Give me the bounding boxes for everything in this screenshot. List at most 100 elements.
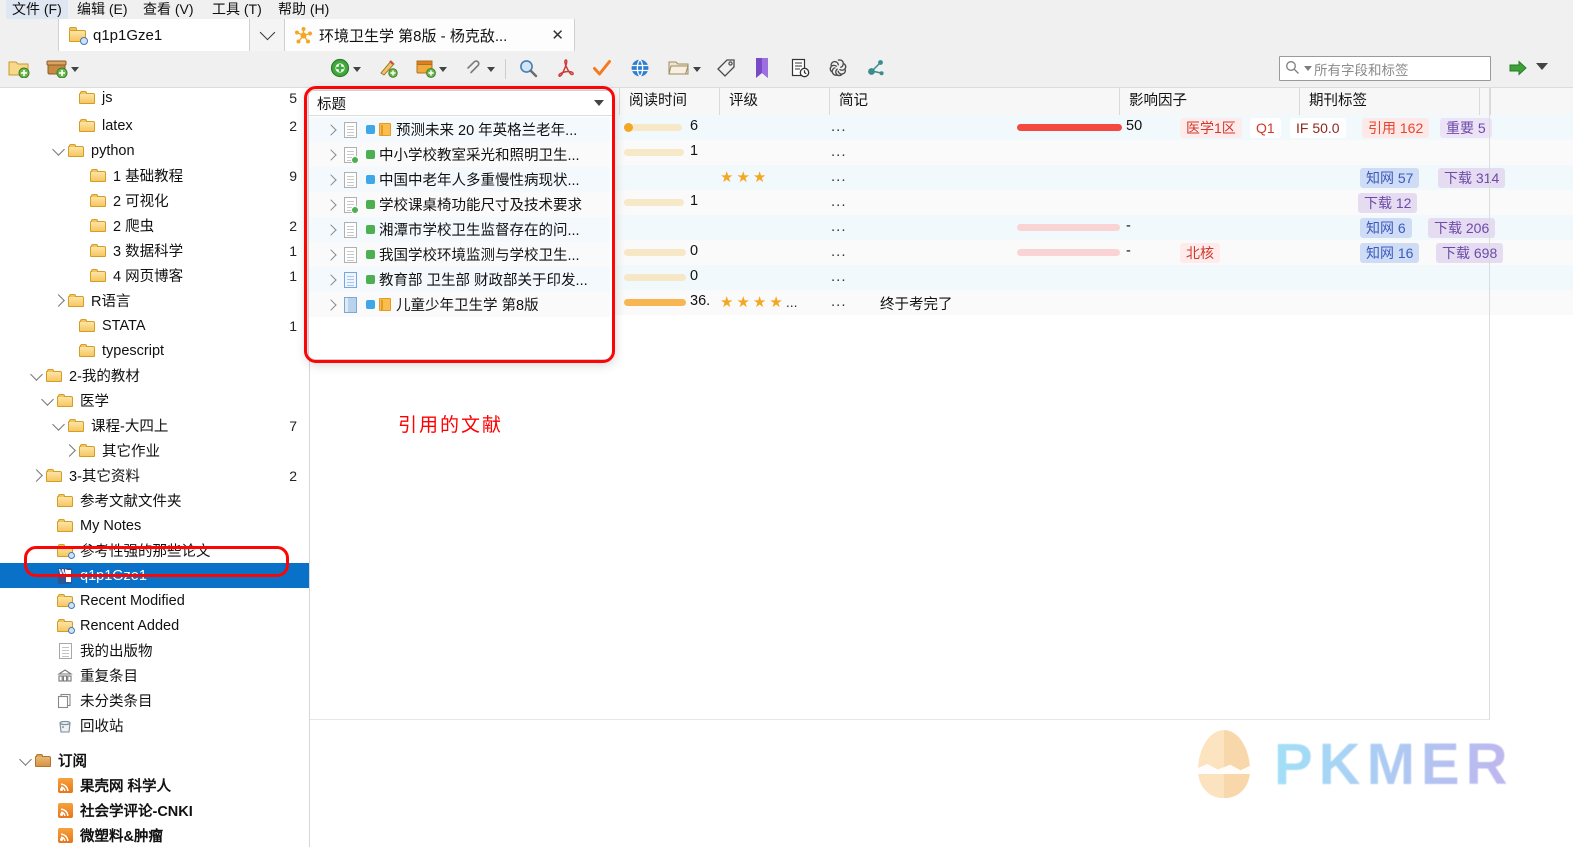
sidebar-item-10[interactable]: typescript (0, 338, 309, 363)
sidebar-item-1[interactable]: latex 2 (0, 113, 309, 138)
chevron-down-icon[interactable] (71, 66, 79, 72)
chevron-right-icon[interactable] (28, 468, 44, 484)
chevron-right-icon[interactable] (325, 148, 337, 161)
chevron-right-icon[interactable] (61, 443, 77, 459)
citation-tag[interactable]: 下载 12 (1358, 193, 1418, 213)
journal-tag[interactable]: 北核 (1180, 243, 1220, 263)
chevron-down-icon[interactable] (353, 66, 361, 72)
sidebar-item-2[interactable]: python (0, 138, 309, 163)
citation-tag[interactable]: 知网 16 (1360, 243, 1420, 263)
chevron-right-icon[interactable] (325, 298, 337, 311)
go-dropdown-icon[interactable] (1536, 63, 1548, 70)
sidebar-item-7[interactable]: 4 网页博客 1 (0, 263, 309, 288)
sidebar-item-15[interactable]: 3-其它资料 2 (0, 463, 309, 488)
go-button[interactable] (1508, 58, 1528, 81)
rating-stars[interactable]: ★ ★ ★ (720, 170, 766, 185)
reading-history-button[interactable] (790, 51, 810, 87)
chevron-down-icon[interactable] (487, 66, 495, 72)
search-input[interactable]: 所有字段和标签 (1279, 56, 1491, 81)
star-icon[interactable]: ★ (736, 170, 749, 185)
sidebar-item-13[interactable]: 课程-大四上 7 (0, 413, 309, 438)
journal-tag[interactable]: Q1 (1250, 118, 1281, 138)
chevron-right-icon[interactable] (325, 223, 337, 236)
close-icon[interactable]: ✕ (551, 28, 564, 43)
sidebar-item-12[interactable]: 医学 (0, 388, 309, 413)
attach-file-button[interactable] (466, 51, 495, 87)
menu-item-0[interactable]: 文件 (F) (6, 0, 68, 19)
sidebar-item-27[interactable]: 果壳网 科学人 (0, 773, 309, 798)
sidebar-item-19[interactable]: q1p1Gze1 (0, 563, 309, 588)
journal-tag[interactable]: 医学1区 (1180, 118, 1242, 138)
journal-tag[interactable]: IF 50.0 (1290, 118, 1346, 138)
sidebar-item-11[interactable]: 2-我的教材 (0, 363, 309, 388)
column-header-2[interactable]: 评级 (720, 88, 830, 115)
menu-item-1[interactable]: 编辑 (E) (71, 0, 134, 19)
sidebar-item-25[interactable]: 回收站 (0, 713, 309, 738)
citation-tag[interactable]: 重要 5 (1440, 118, 1492, 138)
chevron-right-icon[interactable] (325, 173, 337, 186)
column-header-4[interactable]: 影响因子 (1120, 88, 1300, 115)
sidebar-item-3[interactable]: 1 基础教程 9 (0, 163, 309, 188)
citation-tag[interactable]: 下载 314 (1438, 168, 1506, 188)
add-by-identifier-button[interactable] (378, 51, 398, 87)
sidebar-item-14[interactable]: 其它作业 (0, 438, 309, 463)
collections-sidebar[interactable]: js 5 latex 2 python 1 基础教程 9 2 可视化 2 爬虫 2 3 数据科学 1 4… (0, 88, 310, 847)
attachment-manager-button[interactable] (668, 51, 701, 87)
star-icon[interactable]: ★ (753, 295, 766, 310)
chatgpt-button[interactable] (828, 51, 848, 87)
chevron-down-icon[interactable] (50, 417, 66, 434)
relations-button[interactable] (866, 51, 886, 87)
new-item-button[interactable] (330, 51, 361, 87)
tag-manager-button[interactable] (716, 51, 736, 87)
popup-column-header[interactable]: 标题 (309, 91, 612, 116)
star-icon[interactable]: ★ (736, 295, 749, 310)
star-icon[interactable]: ★ (720, 170, 733, 185)
star-icon[interactable]: ★ (753, 170, 766, 185)
chevron-right-icon[interactable] (325, 248, 337, 261)
menu-item-3[interactable]: 工具 (T) (206, 0, 268, 19)
chevron-down-icon[interactable] (28, 367, 44, 384)
column-header-3[interactable]: 简记 (830, 88, 1120, 115)
sidebar-item-20[interactable]: Recent Modified (0, 588, 309, 613)
sidebar-item-23[interactable]: 重复条目 (0, 663, 309, 688)
sidebar-item-22[interactable]: 我的出版物 (0, 638, 309, 663)
chevron-down-icon[interactable] (39, 392, 55, 409)
citation-tag[interactable]: 知网 6 (1360, 218, 1412, 238)
sidebar-item-0[interactable]: js 5 (0, 88, 309, 110)
citation-tag[interactable]: 下载 698 (1436, 243, 1504, 263)
popup-list-item[interactable]: 中国中老年人多重慢性病现状... (309, 167, 610, 192)
chevron-down-icon[interactable] (50, 142, 66, 159)
sidebar-item-24[interactable]: 未分类条目 (0, 688, 309, 713)
citation-tag[interactable]: 下载 206 (1428, 218, 1496, 238)
tab-document[interactable]: 环境卫生学 第8版 - 杨克敌... ✕ (284, 19, 575, 51)
pdf-tools-button[interactable] (556, 51, 576, 87)
sidebar-item-8[interactable]: R语言 (0, 288, 309, 313)
new-collection-button[interactable] (8, 51, 30, 87)
sidebar-item-9[interactable]: STATA 1 (0, 313, 309, 338)
popup-list-item[interactable]: 中小学校教室采光和照明卫生... (309, 142, 610, 167)
sidebar-item-28[interactable]: 社会学评论-CNKI (0, 798, 309, 823)
popup-list-item[interactable]: 儿童少年卫生学 第8版 (309, 292, 610, 317)
star-icon[interactable]: ★ (769, 295, 782, 310)
rating-stars[interactable]: ★ ★ ★ ★... (720, 295, 797, 310)
citation-tag[interactable]: 知网 57 (1360, 168, 1420, 188)
tab-library[interactable]: q1p1Gze1 (58, 19, 250, 51)
sort-descending-icon[interactable] (594, 100, 604, 106)
advanced-search-button[interactable] (518, 51, 538, 87)
popup-list-item[interactable]: 我国学校环境监测与学校卫生... (309, 242, 610, 267)
chevron-down-icon[interactable] (693, 66, 701, 72)
sidebar-item-18[interactable]: 参考性强的那些论文 (0, 538, 309, 563)
chevron-down-icon[interactable] (439, 66, 447, 72)
popup-list-item[interactable]: 预测未来 20 年英格兰老年... (309, 117, 610, 142)
citation-tag[interactable]: 引用 162 (1362, 118, 1430, 138)
chevron-right-icon[interactable] (325, 273, 337, 286)
search-scope-dropdown-icon[interactable] (1304, 66, 1312, 71)
column-header-5[interactable]: 期刊标签 (1300, 88, 1480, 115)
zotero-reader-button[interactable] (754, 51, 770, 87)
chevron-right-icon[interactable] (325, 198, 337, 211)
chevron-down-icon[interactable] (17, 752, 33, 769)
sidebar-item-21[interactable]: Rencent Added (0, 613, 309, 638)
mark-read-button[interactable] (592, 51, 612, 87)
menu-item-4[interactable]: 帮助 (H) (272, 0, 335, 19)
sidebar-item-26[interactable]: 订阅 (0, 748, 309, 773)
